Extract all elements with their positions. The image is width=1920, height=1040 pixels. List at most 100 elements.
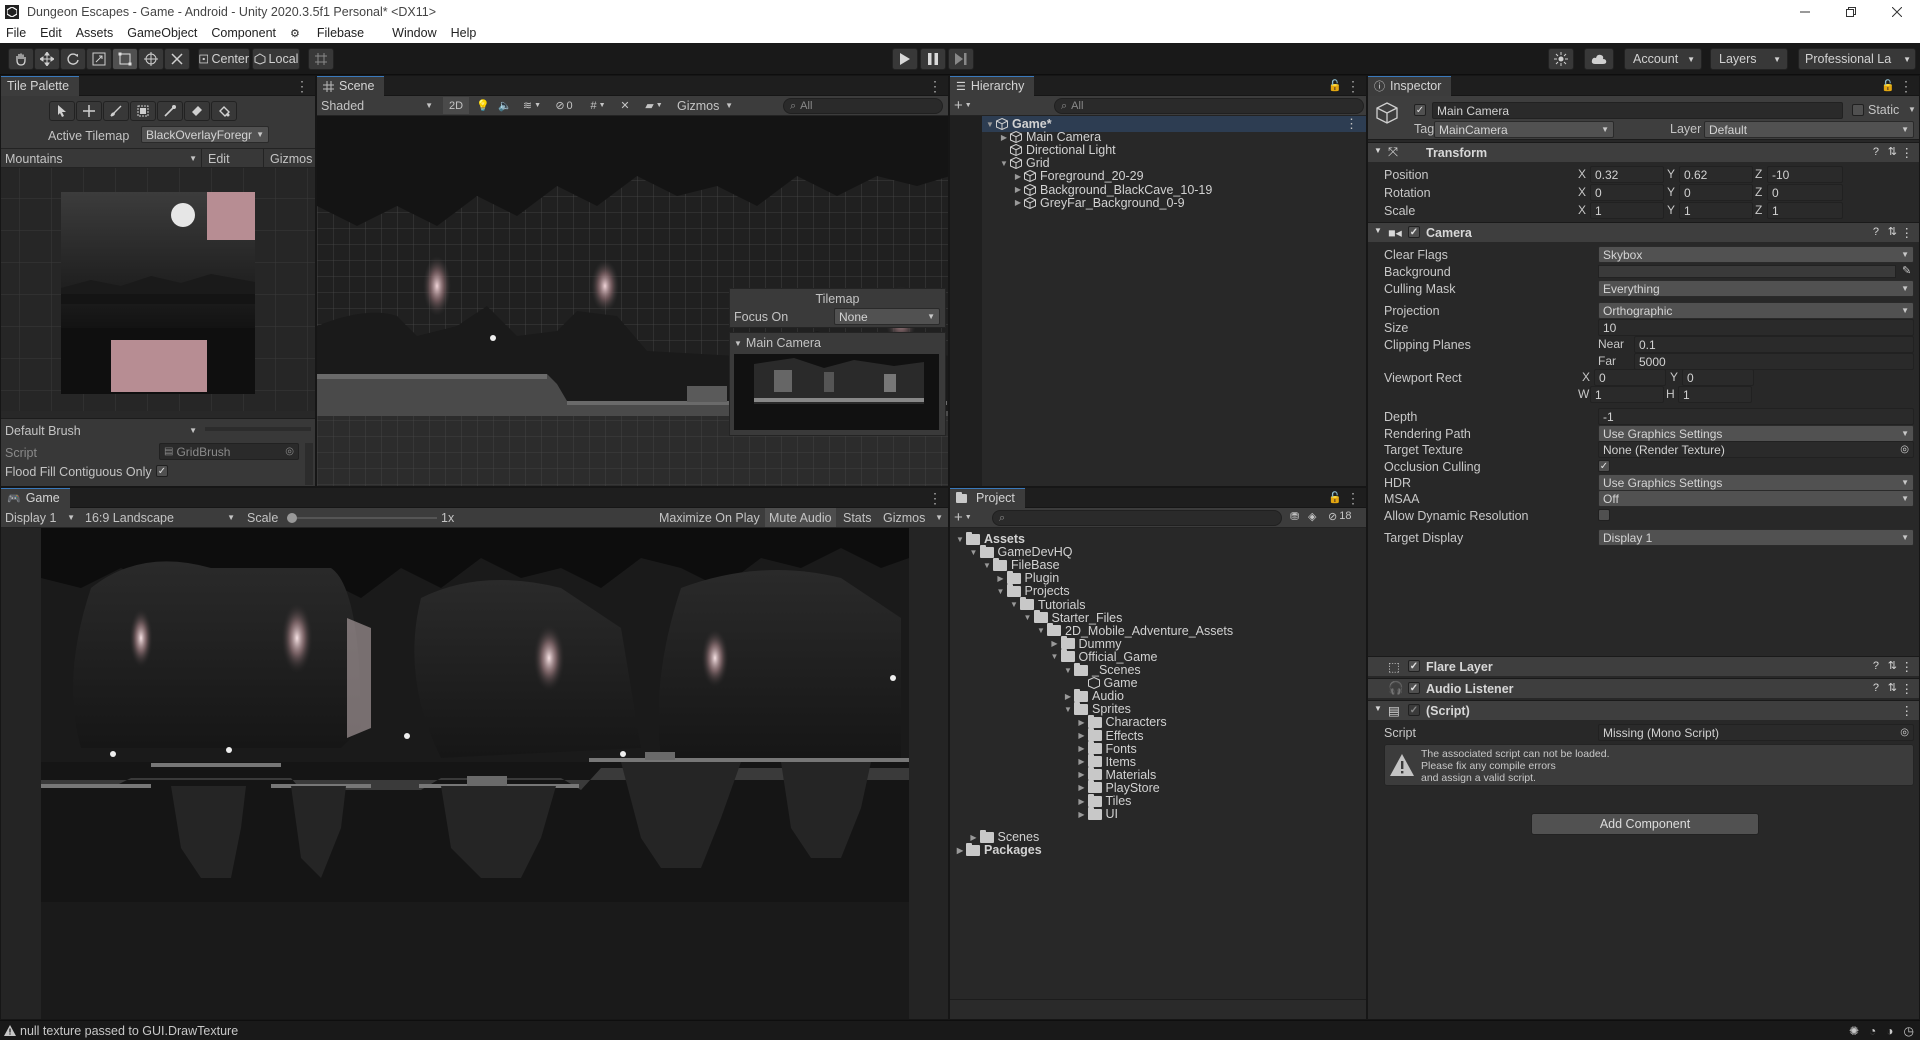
grid-visibility-dropdown[interactable]: # ▼ [583,97,613,114]
axis-y-label[interactable]: Y [1667,167,1675,181]
project-item[interactable]: ▶ Packages [954,842,1042,858]
collapse-arrow-icon[interactable]: ▶ [1062,692,1074,701]
fill-tool-button[interactable] [211,101,237,121]
collapse-arrow-icon[interactable]: ▶ [995,574,1007,583]
panel-menu-icon[interactable]: ⋮ [928,490,942,507]
tab-inspector[interactable]: ⓘ Inspector [1368,76,1452,96]
rect-tool-button[interactable] [112,48,138,70]
menu-filebase[interactable]: ⚙ Filebase [290,26,378,40]
dropdown[interactable]: Use Graphics Settings ▼ [1598,425,1914,442]
display-dropdown[interactable]: Display 1 ▼ [5,509,77,526]
axis-z-input[interactable]: 0 [1767,184,1843,201]
help-icon[interactable]: ? [1873,146,1879,158]
expand-arrow-icon[interactable]: ▼ [1035,626,1047,635]
object-name-input[interactable]: Main Camera [1432,102,1843,119]
layer-dropdown[interactable]: Default ▼ [1704,121,1914,138]
tab-scene[interactable]: Scene [317,76,385,96]
near-input[interactable]: 0.1 [1634,336,1914,353]
panel-menu-icon[interactable]: ⋮ [1346,490,1360,507]
help-icon[interactable]: ? [1873,226,1879,238]
expand-arrow-icon[interactable]: ▼ [1049,652,1061,661]
component-menu-icon[interactable]: ⋮ [1901,681,1914,696]
component-menu-icon[interactable]: ⋮ [1901,145,1914,160]
missing-script-header[interactable]: ▼ ▤ ✓ (Script) ⋮ [1368,700,1919,720]
camera-header[interactable]: ▼ ■◂ ✓ Camera ? ⇅ ⋮ [1368,222,1919,242]
dropdown[interactable]: Off ▼ [1598,490,1914,507]
custom-tool-button[interactable] [164,48,190,70]
project-search-input[interactable]: ⌕ [992,510,1282,526]
collapse-arrow-icon[interactable]: ▶ [1012,198,1024,207]
account-dropdown[interactable]: Account ▼ [1624,48,1702,70]
object-picker-icon[interactable]: ◎ [1900,444,1909,455]
hidden-packages-toggle[interactable]: ⊘ 18 [1328,510,1351,523]
tab-tile-palette[interactable]: Tile Palette [1,76,80,96]
axis-z-label[interactable]: Z [1755,185,1762,199]
hidden-objects-toggle[interactable]: ⊘ 0 [549,97,579,114]
create-dropdown[interactable]: + ▼ [954,97,984,114]
space-toggle-button[interactable]: Local [252,48,300,70]
palette-dropdown[interactable]: Mountains ▼ [3,150,199,167]
camera-dropdown[interactable]: ▰ ▼ [637,97,671,114]
step-button[interactable] [948,48,974,70]
audio-toggle[interactable]: 🔈 [495,97,515,114]
game-viewport[interactable] [1,528,948,1019]
filter-label-icon[interactable]: ◈ [1308,510,1316,523]
axis-y-input[interactable]: 0 [1682,369,1754,386]
pause-button[interactable] [920,48,946,70]
box-fill-tool-button[interactable] [130,101,156,121]
gizmos-dropdown[interactable]: Gizmos ▼ [673,97,735,114]
project-item[interactable]: ▶ UI [1076,806,1118,822]
layout-dropdown[interactable]: Professional La ▼ [1798,48,1916,70]
axis-z-input[interactable]: 1 [1767,202,1843,219]
flare-layer-checkbox[interactable]: ✓ [1408,660,1420,672]
collab-button[interactable] [1548,48,1574,70]
focus-on-dropdown[interactable]: None ▼ [834,308,940,325]
axis-y-label[interactable]: Y [1667,203,1675,217]
project-create-dropdown[interactable]: + ▼ [954,509,984,526]
collapse-arrow-icon[interactable]: ▶ [1076,757,1088,766]
maximize-on-play-toggle[interactable]: Maximize On Play [655,508,764,527]
shading-mode-dropdown[interactable]: Shaded ▼ [321,97,437,114]
presets-icon[interactable]: ⇅ [1888,659,1897,672]
value-input[interactable]: 10 [1598,319,1914,336]
collapse-arrow-icon[interactable]: ▶ [998,133,1010,142]
collapse-arrow-icon[interactable]: ▶ [1076,718,1088,727]
presets-icon[interactable]: ⇅ [1888,145,1897,158]
value-input[interactable]: -1 [1598,408,1914,425]
palette-gizmos-button[interactable]: Gizmos [263,149,315,168]
picker-tool-button[interactable] [157,101,183,121]
menu-component[interactable]: Component [211,26,276,40]
game-gizmos-dropdown[interactable]: Gizmos ▼ [879,508,947,527]
menu-window[interactable]: Window [392,26,436,40]
tab-hierarchy[interactable]: ☰ Hierarchy [950,76,1035,96]
camera-enabled-checkbox[interactable]: ✓ [1408,226,1420,238]
lock-icon[interactable]: 🔓 [1328,79,1342,92]
panel-menu-icon[interactable]: ⋮ [928,78,942,95]
scene-tools-toggle[interactable]: ✕ [615,97,635,114]
move-tool-button[interactable] [34,48,60,70]
axis-z-label[interactable]: Z [1755,203,1762,217]
mute-audio-toggle[interactable]: Mute Audio [765,508,836,527]
rotate-tool-button[interactable] [60,48,86,70]
panel-menu-icon[interactable]: ⋮ [1346,78,1360,95]
hierarchy-search-input[interactable]: ⌕ All [1054,98,1364,114]
collapse-arrow-icon[interactable]: ▶ [1076,810,1088,819]
close-icon[interactable] [1874,0,1920,23]
object-field[interactable]: None (Render Texture) ◎ [1598,441,1914,458]
bug-icon[interactable]: ✺ [1849,1024,1859,1038]
static-checkbox[interactable] [1852,104,1864,116]
expand-arrow-icon[interactable]: ▼ [1062,666,1074,675]
dropdown[interactable]: Skybox ▼ [1598,246,1914,263]
axis-z-input[interactable]: -10 [1767,166,1843,183]
collapse-arrow-icon[interactable]: ▼ [1374,226,1382,235]
lock-icon[interactable]: 🔓 [1881,79,1895,92]
tag-dropdown[interactable]: MainCamera ▼ [1434,121,1614,138]
axis-y-label[interactable]: Y [1670,370,1678,384]
expand-arrow-icon[interactable]: ▼ [1022,613,1034,622]
checkbox[interactable] [1598,509,1610,521]
component-menu-icon[interactable]: ⋮ [1901,703,1914,718]
auto-lighting-icon[interactable]: ◑ [1886,1024,1893,1038]
expand-arrow-icon[interactable]: ▼ [1062,705,1074,714]
dropdown[interactable]: Orthographic ▼ [1598,302,1914,319]
collapse-arrow-icon[interactable]: ▼ [1374,704,1382,713]
